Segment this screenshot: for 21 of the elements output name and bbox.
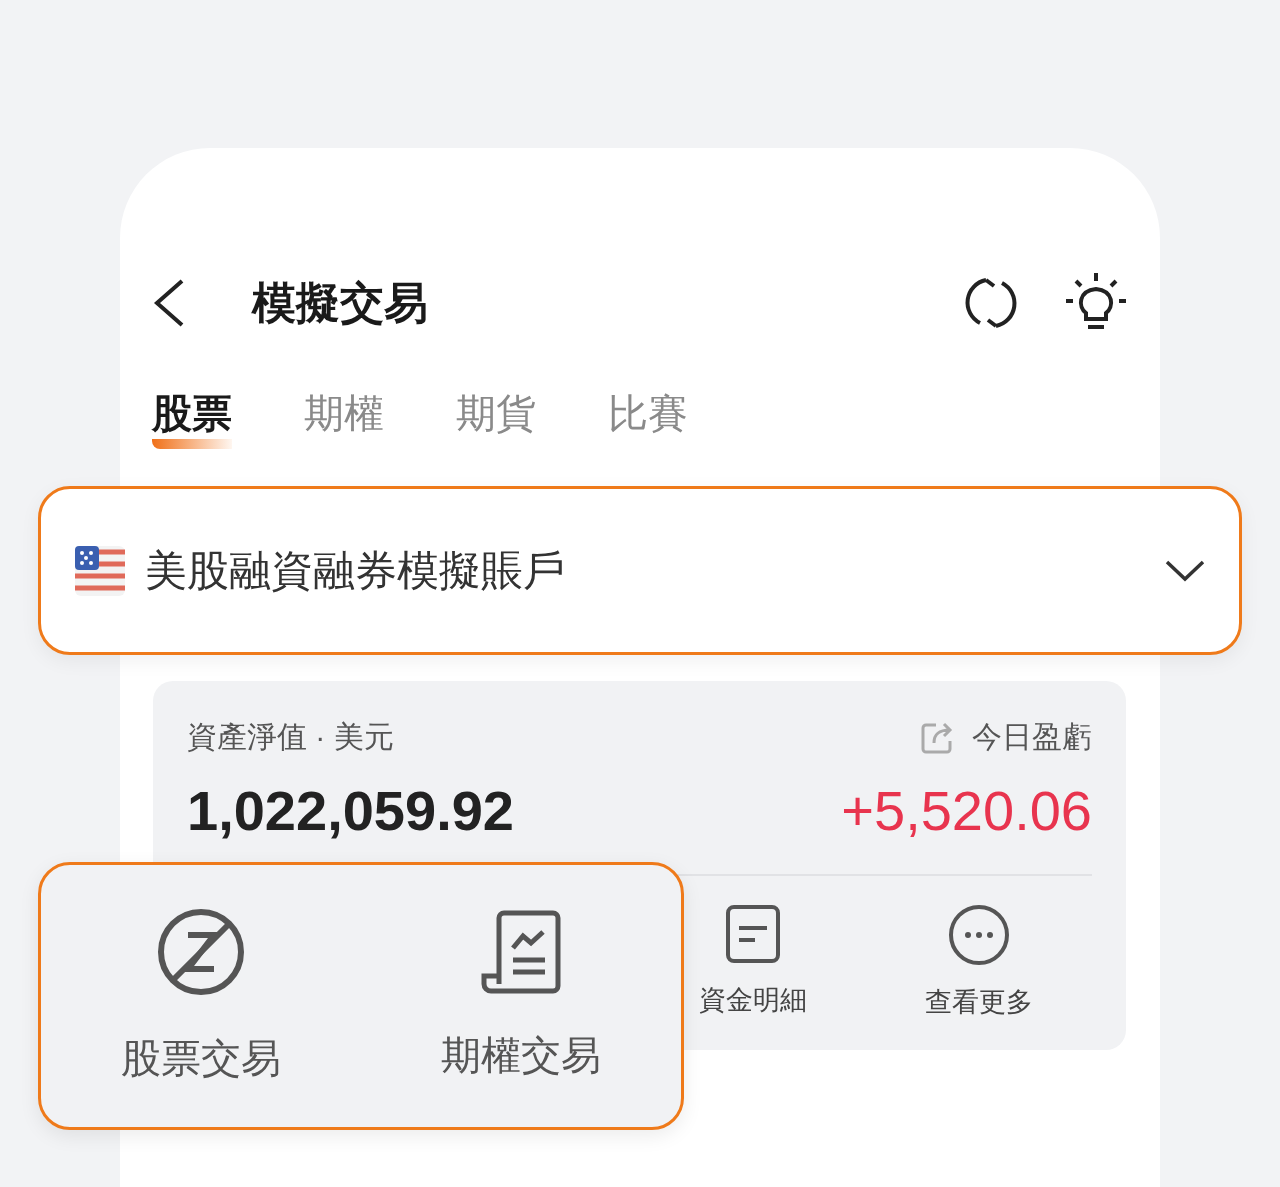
page-title: 模擬交易: [252, 276, 428, 329]
note-icon: [724, 903, 781, 964]
chevron-down-icon: [1165, 559, 1205, 582]
action-item[interactable]: 股票交易: [41, 906, 361, 1086]
net-value-label: 資產淨值 · 美元: [187, 719, 394, 755]
tab[interactable]: 期貨: [456, 386, 536, 449]
pnl-label: 今日盈虧: [972, 719, 1092, 755]
action-item[interactable]: 期權交易: [361, 909, 681, 1083]
tab[interactable]: 比賽: [608, 386, 688, 449]
z-circle-icon: [156, 906, 246, 997]
net-value: 1,022,059.92: [187, 780, 514, 842]
tab[interactable]: 期權: [304, 386, 384, 449]
action-item[interactable]: 查看更多: [924, 903, 1033, 1020]
back-icon[interactable]: [152, 278, 186, 328]
document-chart-icon: [479, 909, 563, 994]
action-item[interactable]: 資金明細: [698, 903, 807, 1020]
account-selector[interactable]: 美股融資融券模擬賬戶: [38, 486, 1242, 655]
sync-icon[interactable]: [964, 276, 1018, 330]
more-icon: [947, 903, 1010, 966]
pnl-value: +5,520.06: [841, 780, 1092, 842]
flag-icon: [75, 545, 125, 596]
